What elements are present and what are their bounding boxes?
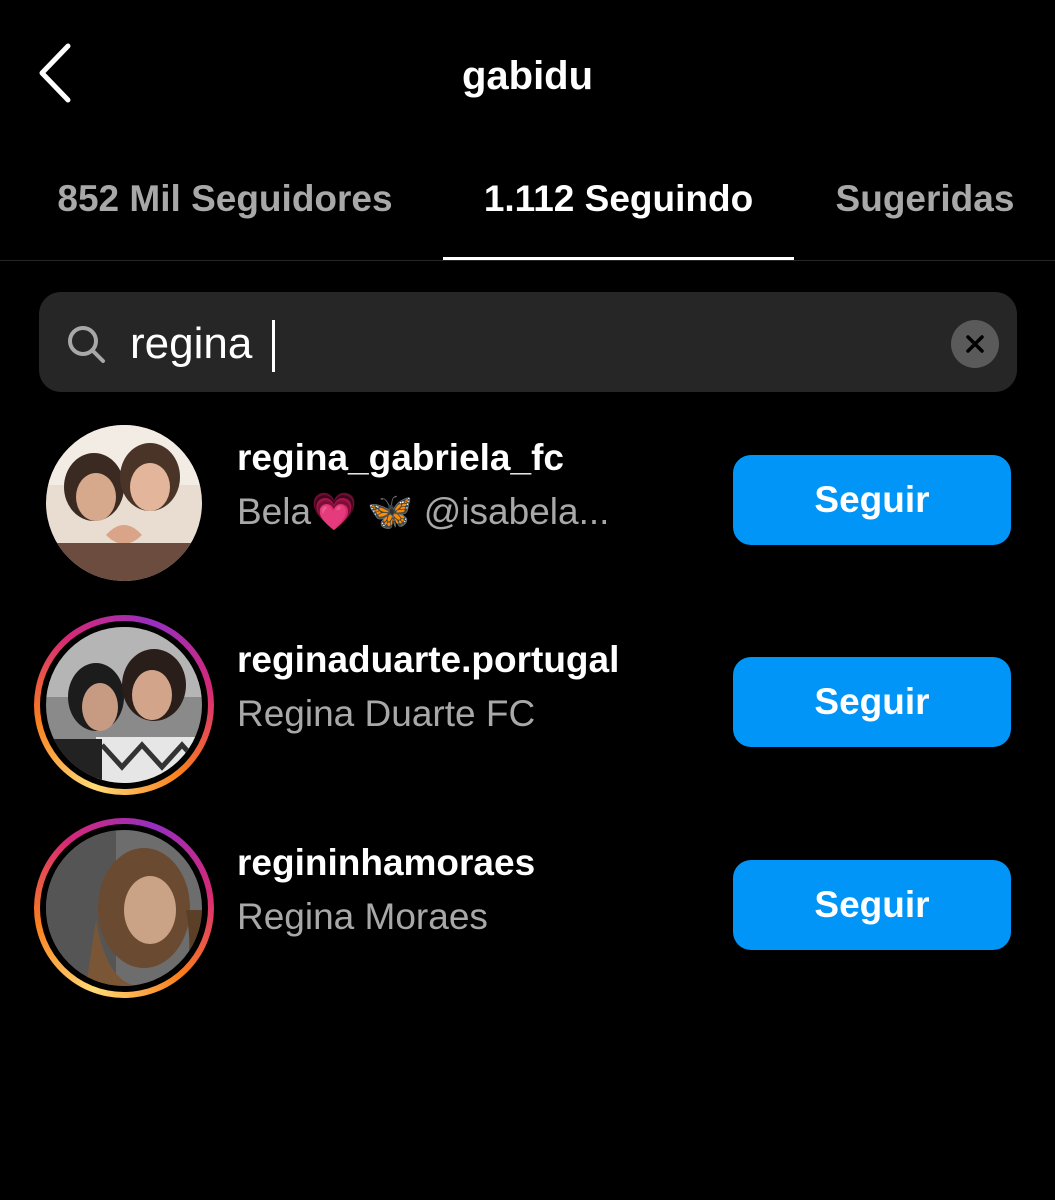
search-input[interactable] — [130, 310, 910, 378]
list-item[interactable]: regina_gabriela_fc Bela💗 🦋 @isabela... S… — [0, 408, 1055, 598]
avatar-photo — [46, 627, 202, 783]
avatar[interactable] — [34, 413, 214, 593]
list-item[interactable]: regininhamoraes Regina Moraes Seguir — [0, 813, 1055, 1003]
header: gabidu — [0, 0, 1055, 150]
tab-following[interactable]: 1.112 Seguindo — [443, 150, 794, 260]
follow-button[interactable]: Seguir — [733, 657, 1011, 747]
full-name: Bela💗 🦋 @isabela... — [237, 491, 610, 532]
follow-button[interactable]: Seguir — [733, 860, 1011, 950]
list-item[interactable]: reginaduarte.portugal Regina Duarte FC S… — [0, 610, 1055, 800]
follow-button[interactable]: Seguir — [733, 455, 1011, 545]
username[interactable]: regininhamoraes — [237, 840, 535, 886]
tab-suggested[interactable]: Sugeridas — [815, 150, 1035, 260]
full-name: Regina Moraes — [237, 896, 488, 937]
tab-followers[interactable]: 852 Mil Seguidores — [20, 150, 430, 260]
avatar-photo — [46, 830, 202, 986]
avatar-photo — [46, 425, 202, 581]
close-icon — [966, 335, 984, 353]
search-icon — [68, 326, 105, 363]
clear-search-button[interactable] — [951, 320, 999, 368]
tab-bar: 852 Mil Seguidores 1.112 Seguindo Sugeri… — [0, 150, 1055, 261]
avatar-story-ring[interactable] — [34, 818, 214, 998]
avatar-story-ring[interactable] — [34, 615, 214, 795]
full-name: Regina Duarte FC — [237, 693, 536, 734]
active-tab-indicator — [443, 257, 794, 260]
username[interactable]: regina_gabriela_fc — [237, 435, 564, 481]
username[interactable]: reginaduarte.portugal — [237, 637, 619, 683]
text-caret — [272, 320, 275, 372]
page-title: gabidu — [461, 54, 594, 98]
